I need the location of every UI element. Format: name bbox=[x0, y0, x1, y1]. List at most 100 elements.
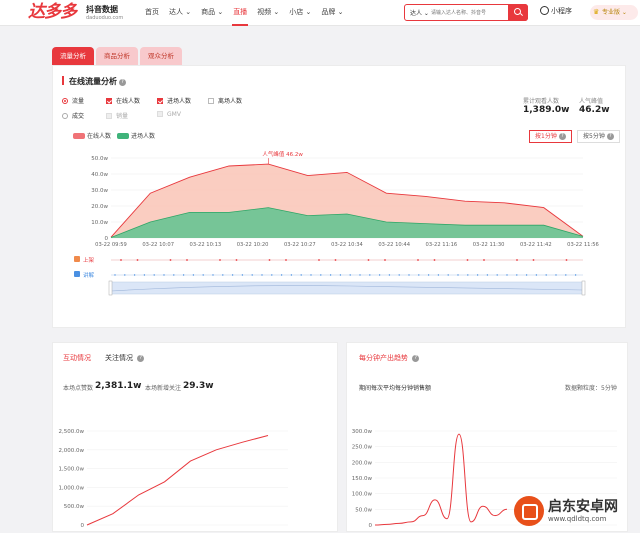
explain-dot bbox=[290, 274, 293, 276]
tab-follow[interactable]: 关注情况 ? bbox=[105, 353, 145, 363]
shelf-icon bbox=[74, 256, 80, 262]
radio-deal-label: 成交 bbox=[72, 113, 85, 120]
check-online-label: 在线人数 bbox=[116, 98, 141, 105]
tab-audience-analysis[interactable]: 观众分析 bbox=[140, 47, 182, 65]
explain-dot bbox=[418, 274, 420, 276]
explain-dot bbox=[124, 274, 126, 276]
segment-1min[interactable]: 按1分钟? bbox=[529, 130, 572, 143]
explain-dot bbox=[163, 274, 165, 276]
legend-online-label: 在线人数 bbox=[87, 133, 112, 140]
radio-flow-label: 流量 bbox=[72, 98, 85, 105]
explain-dot bbox=[447, 274, 449, 276]
radio-flow[interactable]: 流量 bbox=[62, 96, 84, 105]
tab-interaction[interactable]: 互动情况 bbox=[63, 353, 91, 363]
help-icon: ? bbox=[558, 133, 566, 140]
shelf-dot bbox=[466, 259, 469, 261]
per-minute-title-text: 每分钟产出趋势 bbox=[359, 354, 408, 362]
explain-dot bbox=[251, 274, 253, 276]
x-tick-label: 03-22 10:07 bbox=[142, 242, 174, 248]
explain-dot bbox=[329, 274, 332, 276]
y-tick-label: 2,000.0w bbox=[59, 448, 85, 454]
y-tick-label: 100.0w bbox=[352, 492, 373, 498]
nav-home[interactable]: 首页 bbox=[140, 0, 164, 26]
pro-version-badge[interactable]: 专业版 ⌄ bbox=[590, 5, 638, 20]
nav-video[interactable]: 视频 ⌄ bbox=[252, 0, 284, 26]
main-nav: 首页 达人 ⌄ 商品 ⌄ 直播 视频 ⌄ 小店 ⌄ 品牌 ⌄ bbox=[140, 0, 348, 26]
search-input[interactable] bbox=[431, 7, 507, 18]
explain-dot bbox=[398, 274, 400, 276]
flow-chart: 010.0w20.0w30.0w40.0w50.0w人气峰值 46.2w03-2… bbox=[74, 150, 599, 296]
segment-1min-label: 按1分钟 bbox=[535, 133, 557, 140]
explain-dot bbox=[241, 274, 244, 276]
likes-label: 本场点赞数 bbox=[63, 385, 94, 392]
nav-influencer[interactable]: 达人 ⌄ bbox=[164, 0, 196, 26]
y-tick-label: 0 bbox=[369, 523, 373, 529]
logo-subtitle: 抖音数据 bbox=[86, 5, 118, 14]
shelf-dot bbox=[516, 259, 518, 261]
explain-dot bbox=[212, 274, 214, 276]
help-icon: ? bbox=[606, 133, 614, 140]
explain-dot bbox=[545, 274, 547, 276]
search-category-select[interactable]: 达人 ⌄ bbox=[410, 8, 429, 17]
total-viewers-value: 1,389.0w bbox=[523, 105, 570, 115]
mini-program-icon bbox=[540, 6, 549, 15]
segment-5min-label: 按5分钟 bbox=[583, 133, 605, 140]
explain-dot bbox=[555, 274, 557, 276]
explain-dot bbox=[349, 274, 351, 276]
explain-dot bbox=[339, 274, 342, 276]
x-tick-label: 03-22 10:27 bbox=[284, 242, 316, 248]
mini-program-button[interactable]: 小程序 bbox=[540, 6, 572, 16]
shelf-dot bbox=[433, 259, 436, 261]
sales-line bbox=[374, 433, 508, 526]
nav-product[interactable]: 商品 ⌄ bbox=[196, 0, 228, 26]
range-handle-left bbox=[108, 280, 113, 296]
radio-deal[interactable]: 成交 bbox=[62, 111, 84, 120]
explain-dot bbox=[222, 274, 224, 276]
segment-5min[interactable]: 按5分钟? bbox=[577, 130, 620, 143]
explain-dot bbox=[192, 274, 195, 276]
y-tick-label: 150.0w bbox=[352, 476, 373, 482]
total-viewers-label: 累计观看人数 bbox=[523, 98, 560, 105]
radio-off-icon bbox=[62, 113, 68, 119]
check-leave[interactable]: 离场人数 bbox=[208, 96, 242, 105]
legend-online[interactable]: 在线人数 bbox=[73, 131, 111, 140]
explain-dot bbox=[565, 274, 567, 276]
y-tick-label: 10.0w bbox=[91, 220, 108, 226]
shelf-dot bbox=[367, 259, 370, 261]
explain-dot bbox=[486, 274, 489, 276]
likes-line bbox=[86, 435, 269, 526]
logo[interactable]: 达多多 抖音数据 daduoduo.com bbox=[28, 3, 123, 21]
tab-flow-analysis[interactable]: 流量分析 bbox=[52, 47, 94, 65]
explain-icon bbox=[74, 271, 80, 277]
explain-dot bbox=[320, 274, 322, 276]
x-tick-label: 03-22 11:16 bbox=[426, 242, 458, 248]
check-enter-label: 进场人数 bbox=[167, 98, 192, 105]
check-leave-label: 离场人数 bbox=[218, 98, 243, 105]
explain-dot bbox=[408, 274, 410, 276]
radio-on-icon bbox=[62, 98, 68, 104]
help-icon[interactable]: ? bbox=[412, 355, 420, 362]
y-tick-label: 300.0w bbox=[352, 429, 373, 435]
x-tick-label: 03-22 09:59 bbox=[95, 242, 127, 248]
nav-brand[interactable]: 品牌 ⌄ bbox=[316, 0, 348, 26]
checkbox-checked-icon bbox=[157, 98, 163, 104]
search-icon[interactable] bbox=[508, 4, 528, 21]
y-tick-label: 1,000.0w bbox=[59, 485, 85, 491]
explain-dot bbox=[437, 274, 440, 276]
tab-product-analysis[interactable]: 商品分析 bbox=[96, 47, 138, 65]
check-online[interactable]: 在线人数 bbox=[106, 96, 140, 105]
help-icon[interactable]: ? bbox=[119, 79, 126, 86]
watermark: 启东安卓网 www.qdldtq.com bbox=[514, 494, 638, 530]
nav-shop[interactable]: 小店 ⌄ bbox=[284, 0, 316, 26]
y-tick-label: 250.0w bbox=[352, 445, 373, 451]
legend-enter[interactable]: 进场人数 bbox=[117, 131, 155, 140]
check-enter[interactable]: 进场人数 bbox=[157, 96, 191, 105]
shelf-dot bbox=[219, 259, 221, 261]
shelf-dot bbox=[120, 259, 122, 261]
legend-swatch bbox=[117, 133, 129, 139]
explain-dot bbox=[496, 274, 498, 276]
shelf-dot bbox=[235, 259, 238, 261]
shelf-dot bbox=[268, 259, 271, 261]
nav-live[interactable]: 直播 bbox=[228, 0, 252, 26]
on-shelf-label: 上架 bbox=[83, 256, 95, 264]
